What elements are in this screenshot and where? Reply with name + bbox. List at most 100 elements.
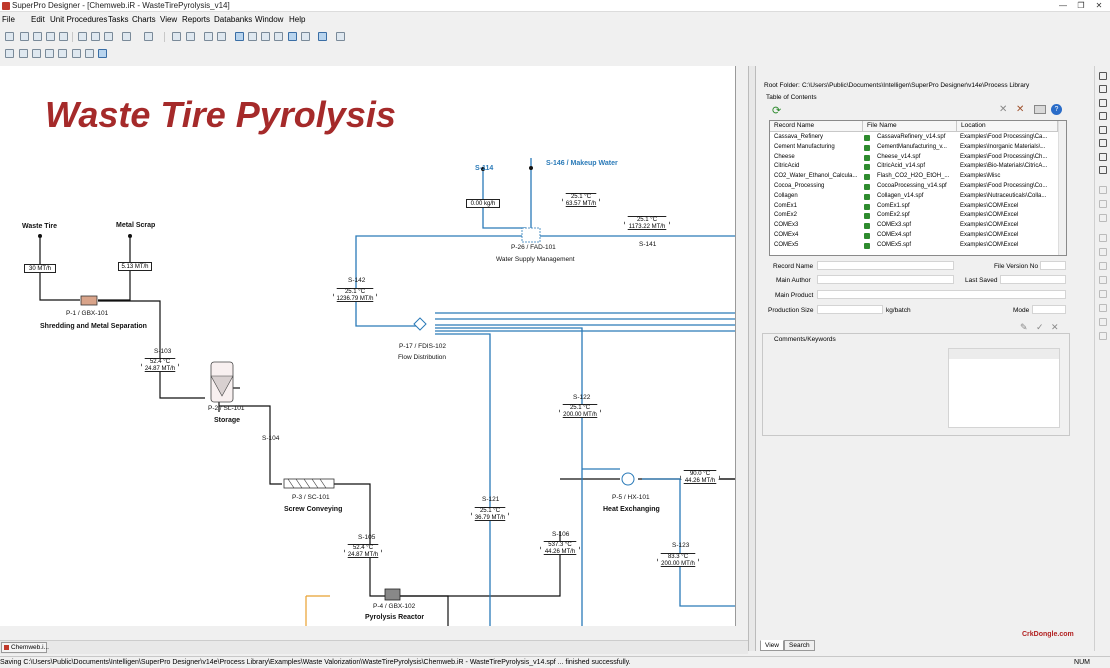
record-name-field[interactable]	[817, 261, 954, 270]
ungroup-icon[interactable]	[1099, 304, 1107, 312]
align-center-icon[interactable]	[1099, 248, 1107, 256]
menu-window[interactable]: Window	[255, 15, 283, 24]
maximize-button[interactable]: ❐	[1072, 0, 1090, 12]
polygon-tool-icon[interactable]	[1099, 166, 1107, 174]
table-row[interactable]: CO2_Water_Ethanol_Calcula... Flash_CO2_H2…	[770, 172, 1058, 182]
print-preview-icon[interactable]	[59, 32, 68, 41]
menu-unit-procedures[interactable]: Unit Procedures	[50, 15, 107, 24]
pointer-icon[interactable]	[1099, 72, 1107, 80]
undo-icon[interactable]	[122, 32, 131, 41]
main-author-field[interactable]	[817, 275, 954, 284]
table-scrollbar[interactable]	[1058, 121, 1066, 255]
layer-icon[interactable]	[1099, 318, 1107, 326]
rotate-icon[interactable]	[1099, 332, 1107, 340]
rounded-rect-tool-icon[interactable]	[1099, 139, 1107, 147]
mode-field[interactable]	[1032, 305, 1066, 314]
last-saved-field[interactable]	[1000, 275, 1066, 284]
delete-icon[interactable]: ✕	[999, 104, 1007, 115]
table-row[interactable]: COMEx5 COMEx5.spf Examples\COM\Excel	[770, 241, 1058, 251]
fill-tool-icon[interactable]	[1099, 112, 1107, 120]
new-icon[interactable]	[5, 32, 14, 41]
align-right-icon[interactable]	[1099, 262, 1107, 270]
main-product-field[interactable]	[817, 290, 1066, 299]
distribute-icon[interactable]	[1099, 276, 1107, 284]
flag-s146[interactable]: 25.1 °C 63.57 MT/h	[562, 193, 600, 207]
table-row[interactable]: Cassava_Refinery CassavaRefinery_v14.spf E…	[770, 133, 1058, 143]
pencil-icon[interactable]	[1099, 214, 1107, 222]
flag-s142[interactable]: 25.1 °C 1236.79 MT/h	[333, 288, 377, 302]
print-icon[interactable]	[46, 32, 55, 41]
pan-icon[interactable]	[58, 49, 67, 58]
flag-s121[interactable]: 25.1 °C 36.79 MT/h	[471, 507, 509, 521]
save-icon[interactable]	[33, 32, 42, 41]
align-icon[interactable]	[5, 49, 14, 58]
col-record-name[interactable]: Record Name	[770, 121, 863, 132]
paste-icon[interactable]	[104, 32, 113, 41]
tab-view[interactable]: View	[760, 640, 784, 651]
tab-search[interactable]: Search	[784, 640, 815, 651]
solve-icon[interactable]	[217, 32, 226, 41]
check-icon[interactable]	[85, 49, 94, 58]
open-icon[interactable]	[20, 32, 29, 41]
production-size-field[interactable]	[817, 305, 883, 314]
flag-s123[interactable]: 83.3 °C 200.00 MT/h	[657, 553, 699, 567]
col-file-name[interactable]: File Name	[863, 121, 957, 132]
edit-icon[interactable]: ✎	[1020, 322, 1028, 333]
select-arrow-icon[interactable]	[172, 32, 181, 41]
table-row[interactable]: CitricAcid CitricAcid_v14.spf Examples\Bio…	[770, 162, 1058, 172]
flag-waste-tire[interactable]: 30 MT/h	[24, 264, 56, 273]
menu-charts[interactable]: Charts	[132, 15, 156, 24]
flowsheet-icon[interactable]	[248, 32, 257, 41]
horizontal-scrollbar[interactable]	[0, 626, 736, 634]
menu-tasks[interactable]: Tasks	[108, 15, 128, 24]
menu-databanks[interactable]: Databanks	[214, 15, 252, 24]
flag-s105[interactable]: 52.4 °C 24.87 MT/h	[344, 544, 382, 558]
flag-s141[interactable]: 25.1 °C 1173.22 MT/h	[624, 216, 670, 230]
equipment-icon[interactable]	[204, 32, 213, 41]
flag-s114[interactable]: 0.00 kg/h	[466, 199, 500, 208]
table-row[interactable]: Cheese Cheese_v14.spf Examples\Food Proces…	[770, 153, 1058, 163]
table-row[interactable]: ComEx2 ComEx2.spf Examples\COM\Excel	[770, 211, 1058, 221]
flag-s103[interactable]: 52.4 °C 24.87 MT/h	[141, 358, 179, 372]
rectangle-tool-icon[interactable]	[1099, 126, 1107, 134]
table-row[interactable]: COMEx4 COMEx4.spf Examples\COM\Excel	[770, 231, 1058, 241]
close-button[interactable]: ✕	[1090, 0, 1108, 12]
panel-splitter[interactable]	[748, 66, 756, 651]
redo-icon[interactable]	[144, 32, 153, 41]
library-icon[interactable]	[318, 32, 327, 41]
group-icon[interactable]	[1099, 290, 1107, 298]
printer-setup-icon[interactable]	[336, 32, 345, 41]
table-row[interactable]: Cocoa_Processing CocoaProcessing_v14.spf E…	[770, 182, 1058, 192]
text-tool-icon[interactable]	[1099, 85, 1107, 93]
tasks-icon[interactable]	[274, 32, 283, 41]
pen-icon[interactable]	[1099, 186, 1107, 194]
copy-icon[interactable]	[91, 32, 100, 41]
menu-reports[interactable]: Reports	[182, 15, 210, 24]
folder-icon[interactable]	[1034, 105, 1046, 114]
table-row[interactable]: COMEx3 COMEx3.spf Examples\COM\Excel	[770, 221, 1058, 231]
flag-s122[interactable]: 25.1 °C 200.00 MT/h	[559, 404, 601, 418]
table-row[interactable]: ComEx1 ComEx1.spf Examples\COM\Excel	[770, 202, 1058, 212]
accept-icon[interactable]: ✓	[1036, 322, 1044, 333]
grid-icon[interactable]	[288, 32, 297, 41]
flag-s106[interactable]: 537.3 °C 44.26 MT/h	[540, 541, 580, 555]
table-row[interactable]: Cement Manufacturing CementManufacturing_…	[770, 143, 1058, 153]
zoom-in-icon[interactable]	[19, 49, 28, 58]
flag-metal-scrap[interactable]: 5.13 MT/h	[118, 262, 152, 271]
ellipse-tool-icon[interactable]	[1099, 153, 1107, 161]
brush-icon[interactable]	[1099, 200, 1107, 208]
minimize-button[interactable]: —	[1054, 0, 1072, 12]
table-row[interactable]: Collagen Collagen_v14.spf Examples\Nutrace…	[770, 192, 1058, 202]
col-location[interactable]: Location	[957, 121, 1058, 132]
flag-hx[interactable]: 90.0 °C 44.26 MT/h	[680, 470, 720, 484]
help-icon[interactable]: ?	[1051, 104, 1062, 115]
align-left-icon[interactable]	[1099, 234, 1107, 242]
flowsheet-canvas[interactable]: Waste Tire Pyrolysis Waste Tire Metal Sc…	[0, 66, 736, 626]
comments-field[interactable]	[770, 348, 940, 428]
line-tool-icon[interactable]	[1099, 99, 1107, 107]
menu-view[interactable]: View	[160, 15, 177, 24]
cancel-icon[interactable]: ✕	[1051, 322, 1059, 333]
menu-edit[interactable]: Edit	[31, 15, 45, 24]
zoom-fit-icon[interactable]	[45, 49, 54, 58]
menu-file[interactable]: File	[2, 15, 15, 24]
